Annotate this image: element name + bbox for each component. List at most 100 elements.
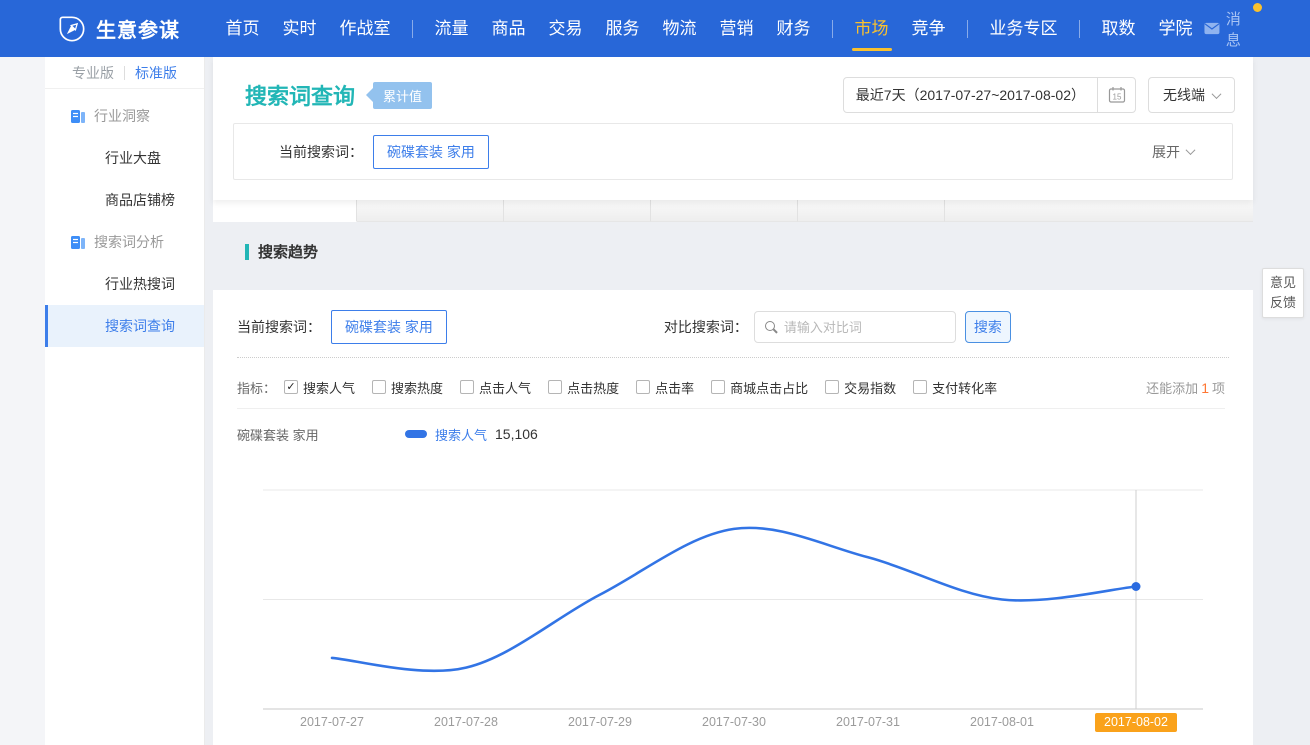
nav-divider — [832, 20, 833, 38]
date-range-picker[interactable]: 最近7天（2017-07-27~2017-08-02） 15 — [843, 77, 1136, 113]
nav-item-商品[interactable]: 商品 — [492, 0, 526, 57]
current-term-chip[interactable]: 碗碟套装 家用 — [331, 310, 447, 344]
expand-toggle[interactable]: 展开 — [1152, 142, 1194, 162]
left-gutter — [0, 57, 45, 745]
divider — [237, 408, 1225, 409]
section-accent-bar — [245, 244, 249, 260]
metric-label: 交易指数 — [844, 378, 896, 397]
dotted-divider — [237, 357, 1229, 358]
feedback-line2: 反馈 — [1270, 293, 1296, 313]
page-header-card: 搜索词查询 累计值 最近7天（2017-07-27~2017-08-02） 15… — [213, 57, 1253, 200]
trend-line-chart[interactable]: 2017-07-272017-07-282017-07-292017-07-30… — [263, 489, 1203, 735]
chevron-down-icon — [1212, 89, 1222, 99]
sidebar-menu: 行业洞察行业大盘商品店铺榜搜索词分析行业热搜词搜索词查询 — [45, 89, 204, 347]
current-term-panel: 当前搜索词： 碗碟套装 家用 展开 — [233, 123, 1233, 180]
metric-checkbox-商城点击占比[interactable]: 商城点击占比 — [711, 378, 808, 397]
quota-prefix: 还能添加 — [1146, 381, 1198, 396]
marked-data-point[interactable] — [1132, 582, 1141, 591]
feedback-button[interactable]: 意见 反馈 — [1262, 268, 1304, 318]
ledger-icon — [70, 109, 86, 124]
x-axis-label: 2017-07-30 — [702, 715, 766, 729]
tab-blank[interactable] — [357, 200, 504, 222]
sidebar-section-行业洞察: 行业洞察 — [45, 95, 204, 137]
compare-term-input[interactable] — [784, 320, 960, 335]
x-axis-label: 2017-08-01 — [970, 715, 1034, 729]
metric-checkbox-点击热度[interactable]: 点击热度 — [548, 378, 619, 397]
legend-metric-name[interactable]: 搜索人气 — [435, 425, 487, 444]
brand[interactable]: 生意参谋 — [58, 14, 180, 43]
nav-item-市场[interactable]: 市场 — [855, 0, 889, 57]
sidebar-item-商品店铺榜[interactable]: 商品店铺榜 — [45, 179, 204, 221]
current-term-chip[interactable]: 碗碟套装 家用 — [373, 135, 489, 169]
current-term-label: 当前搜索词： — [237, 317, 321, 337]
tab-blank[interactable] — [651, 200, 798, 222]
x-axis-label: 2017-07-31 — [836, 715, 900, 729]
metric-checkbox-搜索热度[interactable]: 搜索热度 — [372, 378, 443, 397]
metric-checkbox-搜索人气[interactable]: ✓ 搜索人气 — [284, 378, 355, 397]
checkbox-icon[interactable] — [711, 380, 725, 394]
chart-legend: 碗碟套装 家用 搜索人气 15,106 — [237, 422, 538, 446]
nav-item-实时[interactable]: 实时 — [283, 0, 317, 57]
metric-checkbox-支付转化率[interactable]: 支付转化率 — [913, 378, 997, 397]
nav-item-服务[interactable]: 服务 — [606, 0, 640, 57]
sidebar-section-label: 行业洞察 — [94, 106, 150, 126]
search-button[interactable]: 搜索 — [965, 311, 1011, 343]
nav-item-交易[interactable]: 交易 — [549, 0, 583, 57]
sidebar-item-行业大盘[interactable]: 行业大盘 — [45, 137, 204, 179]
quota-suffix: 项 — [1212, 381, 1225, 396]
nav-items: 首页实时作战室流量商品交易服务物流营销财务市场竞争业务专区取数学院 — [214, 0, 1204, 57]
tab-active-blank[interactable] — [213, 200, 357, 222]
compare-input-wrap — [754, 311, 956, 343]
checkbox-icon[interactable] — [372, 380, 386, 394]
nav-item-作战室[interactable]: 作战室 — [340, 0, 391, 57]
brand-name: 生意参谋 — [96, 14, 180, 43]
legend-term: 碗碟套装 家用 — [237, 425, 405, 444]
version-switcher: 专业版 标准版 — [45, 57, 204, 89]
date-controls: 最近7天（2017-07-27~2017-08-02） 15 无线端 — [843, 77, 1235, 113]
metric-checkbox-交易指数[interactable]: 交易指数 — [825, 378, 896, 397]
metric-label: 搜索人气 — [303, 378, 355, 397]
calendar-segment[interactable]: 15 — [1097, 78, 1135, 112]
checkbox-icon[interactable] — [460, 380, 474, 394]
trend-card: 当前搜索词： 碗碟套装 家用 对比搜索词： 搜索 指标： ✓搜索人气搜索热度点击… — [213, 290, 1253, 745]
message-unread-dot — [1253, 3, 1262, 12]
nav-item-首页[interactable]: 首页 — [226, 0, 260, 57]
tab-strip-rest — [945, 200, 1253, 222]
metric-checkbox-点击率[interactable]: 点击率 — [636, 378, 694, 397]
metrics-quota: 还能添加1项 — [1146, 378, 1225, 397]
tab-blank[interactable] — [504, 200, 651, 222]
tab-blank[interactable] — [798, 200, 945, 222]
message-label: 消息 — [1226, 8, 1254, 50]
sycm-logo-icon — [58, 15, 86, 43]
nav-divider — [1079, 20, 1080, 38]
checkbox-icon[interactable] — [548, 380, 562, 394]
nav-item-学院[interactable]: 学院 — [1159, 0, 1193, 57]
nav-message[interactable]: 消息 — [1204, 8, 1254, 50]
svg-text:15: 15 — [1112, 93, 1121, 102]
calendar-icon: 15 — [1108, 86, 1126, 104]
nav-item-营销[interactable]: 营销 — [720, 0, 754, 57]
nav-item-取数[interactable]: 取数 — [1102, 0, 1136, 57]
trend-section-title: 搜索趋势 — [245, 241, 318, 262]
checkbox-icon[interactable] — [913, 380, 927, 394]
version-tab-pro[interactable]: 专业版 — [62, 63, 124, 83]
metric-label: 点击热度 — [567, 378, 619, 397]
terminal-selector[interactable]: 无线端 — [1148, 77, 1235, 113]
sidebar-item-行业热搜词[interactable]: 行业热搜词 — [45, 263, 204, 305]
version-tab-standard[interactable]: 标准版 — [125, 63, 187, 83]
sidebar-section-label: 搜索词分析 — [94, 232, 164, 252]
chevron-down-icon — [1186, 145, 1196, 155]
checkbox-icon[interactable] — [636, 380, 650, 394]
sidebar-item-搜索词查询[interactable]: 搜索词查询 — [45, 305, 204, 347]
nav-item-财务[interactable]: 财务 — [777, 0, 811, 57]
sidebar: 专业版 标准版 行业洞察行业大盘商品店铺榜搜索词分析行业热搜词搜索词查询 — [45, 57, 205, 745]
metric-checkbox-点击人气[interactable]: 点击人气 — [460, 378, 531, 397]
nav-item-业务专区[interactable]: 业务专区 — [990, 0, 1058, 57]
nav-item-物流[interactable]: 物流 — [663, 0, 697, 57]
checkbox-icon[interactable] — [825, 380, 839, 394]
nav-item-流量[interactable]: 流量 — [435, 0, 469, 57]
checkbox-icon[interactable]: ✓ — [284, 380, 298, 394]
nav-item-竞争[interactable]: 竞争 — [912, 0, 946, 57]
nav-divider — [412, 20, 413, 38]
expand-label: 展开 — [1152, 142, 1180, 162]
